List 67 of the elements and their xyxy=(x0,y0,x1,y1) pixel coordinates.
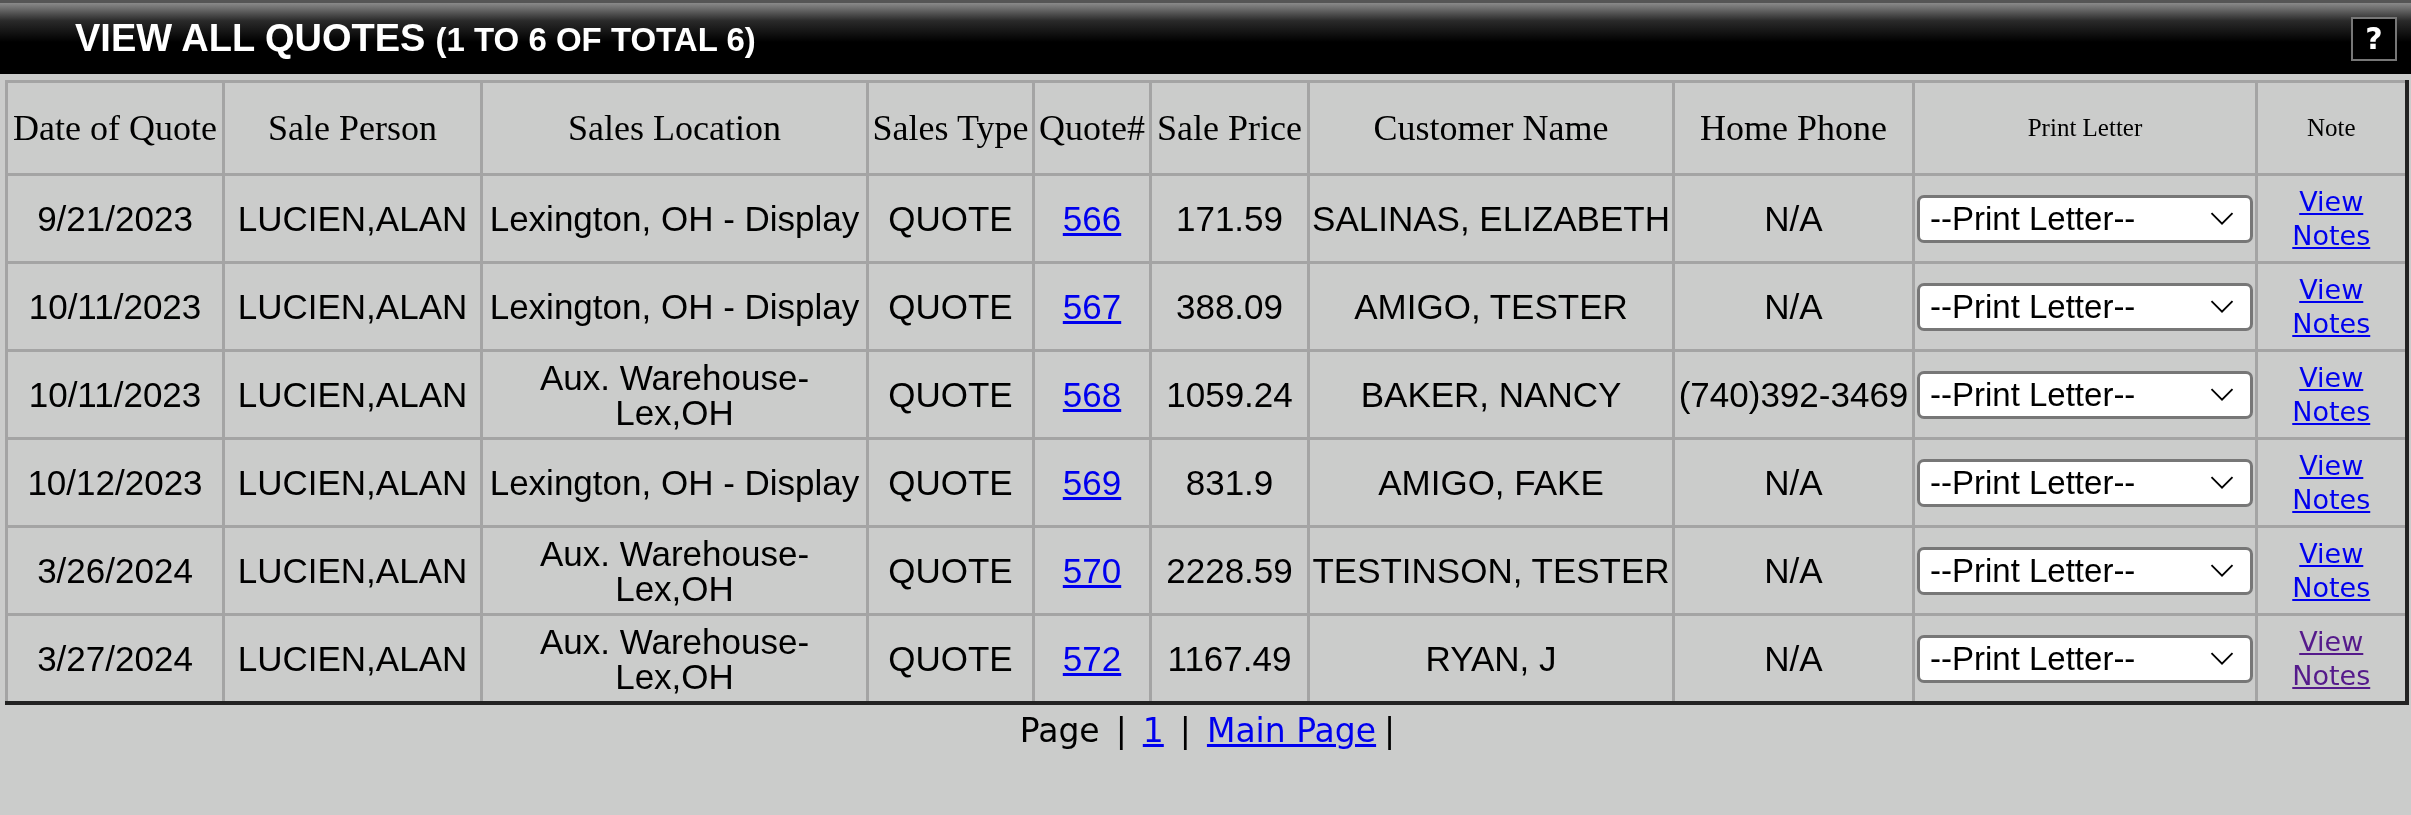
column-header: Sales Location xyxy=(481,81,868,175)
table-cell: N/A xyxy=(1673,438,1914,527)
column-header: Note xyxy=(2256,81,2407,175)
table-cell: QUOTE xyxy=(867,350,1034,439)
column-header: Print Letter xyxy=(1913,81,2257,175)
table-cell: N/A xyxy=(1673,174,1914,263)
table-cell: AMIGO, FAKE xyxy=(1308,438,1674,527)
table-cell: 171.59 xyxy=(1150,174,1309,263)
help-button[interactable]: ? xyxy=(2351,16,2397,61)
table-cell: 9/21/2023 xyxy=(6,174,224,263)
table-cell: 10/11/2023 xyxy=(6,350,224,439)
print-letter-dropdown[interactable]: --Print Letter-- xyxy=(1917,546,2253,595)
record-range: (1 TO 6 OF TOTAL 6) xyxy=(435,21,756,59)
page-link[interactable]: 1 xyxy=(1142,711,1164,750)
table-cell: 3/26/2024 xyxy=(6,526,224,615)
chevron-down-icon xyxy=(2210,651,2234,666)
table-cell: SALINAS, ELIZABETH xyxy=(1308,174,1674,263)
table-cell: LUCIEN,ALAN xyxy=(223,438,482,527)
table-cell: 10/12/2023 xyxy=(6,438,224,527)
table-cell: 388.09 xyxy=(1150,262,1309,351)
table-cell: QUOTE xyxy=(867,262,1034,351)
table-cell: 10/11/2023 xyxy=(6,262,224,351)
table-cell: Lexington, OH - Display xyxy=(481,262,868,351)
table-cell: QUOTE xyxy=(867,174,1034,263)
print-letter-dropdown[interactable]: --Print Letter-- xyxy=(1917,634,2253,683)
separator: | xyxy=(1115,711,1127,750)
table-cell: (740)392-3469 xyxy=(1673,350,1914,439)
table-cell: QUOTE xyxy=(867,526,1034,615)
table-cell: N/A xyxy=(1673,526,1914,615)
table-cell: LUCIEN,ALAN xyxy=(223,174,482,263)
separator: | xyxy=(1384,711,1396,750)
chevron-down-icon xyxy=(2210,387,2234,402)
table-cell: LUCIEN,ALAN xyxy=(223,526,482,615)
column-header: Sales Type xyxy=(867,81,1034,175)
table-cell: Lexington, OH - Display xyxy=(481,174,868,263)
table-cell: 2228.59 xyxy=(1150,526,1309,615)
chevron-down-icon xyxy=(2210,563,2234,578)
chevron-down-icon xyxy=(2210,299,2234,314)
separator: | xyxy=(1179,711,1191,750)
column-header: Home Phone xyxy=(1673,81,1914,175)
table-cell: 831.9 xyxy=(1150,438,1309,527)
print-letter-dropdown[interactable]: --Print Letter-- xyxy=(1917,282,2253,331)
print-letter-dropdown[interactable]: --Print Letter-- xyxy=(1917,370,2253,419)
table-cell: Lexington, OH - Display xyxy=(481,438,868,527)
print-letter-dropdown[interactable]: --Print Letter-- xyxy=(1917,458,2253,507)
chevron-down-icon xyxy=(2210,475,2234,490)
page-link[interactable]: Main Page xyxy=(1206,711,1377,750)
chevron-down-icon xyxy=(2210,211,2234,226)
table-cell: Aux. Warehouse-Lex,OH xyxy=(481,350,868,439)
page-label: Page xyxy=(1019,711,1100,750)
table-cell: N/A xyxy=(1673,262,1914,351)
table-cell: AMIGO, TESTER xyxy=(1308,262,1674,351)
table-cell: LUCIEN,ALAN xyxy=(223,262,482,351)
column-header: Date of Quote xyxy=(6,81,224,175)
column-header: Quote# xyxy=(1033,81,1151,175)
table-cell: TESTINSON, TESTER xyxy=(1308,526,1674,615)
table-cell: Aux. Warehouse-Lex,OH xyxy=(481,526,868,615)
table-cell: QUOTE xyxy=(867,438,1034,527)
column-header: Sale Person xyxy=(223,81,482,175)
print-letter-dropdown[interactable]: --Print Letter-- xyxy=(1917,194,2253,243)
table-cell: 1059.24 xyxy=(1150,350,1309,439)
table-cell: BAKER, NANCY xyxy=(1308,350,1674,439)
table-cell: LUCIEN,ALAN xyxy=(223,350,482,439)
page-title: VIEW ALL QUOTES xyxy=(75,17,426,60)
column-header: Sale Price xyxy=(1150,81,1309,175)
column-header: Customer Name xyxy=(1308,81,1674,175)
table-cell: 3/27/2024 xyxy=(6,614,224,703)
